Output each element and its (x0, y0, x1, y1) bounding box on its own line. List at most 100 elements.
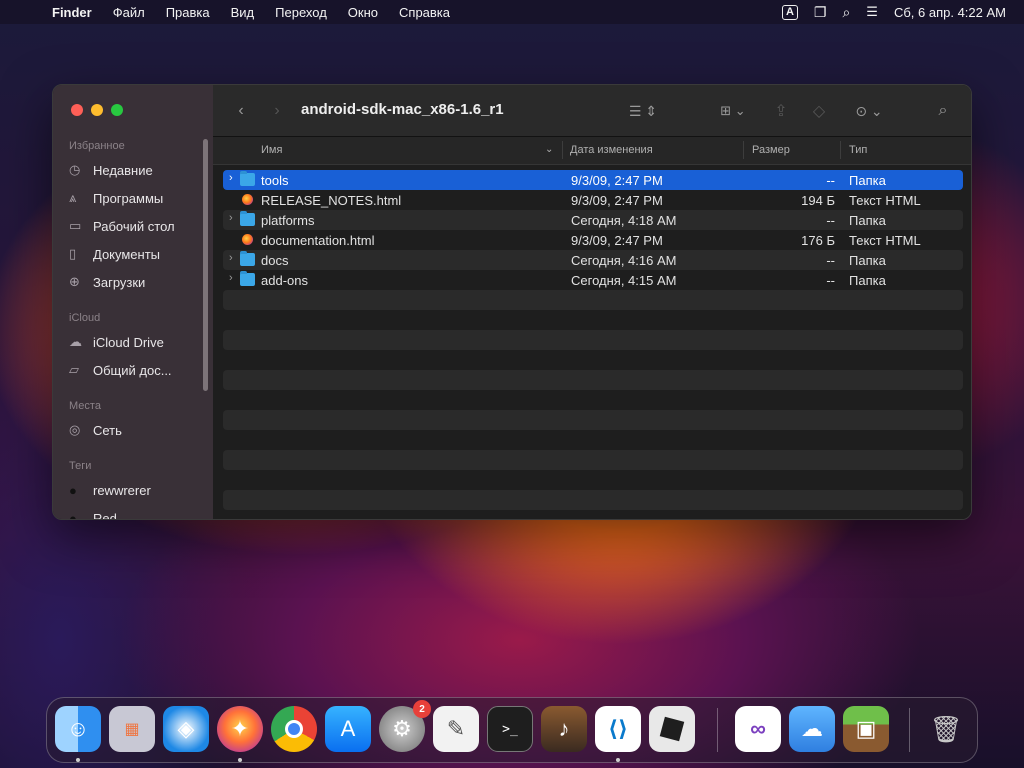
sidebar-item-shared[interactable]: ▱ Общий дос... (69, 360, 172, 380)
more-actions-icon[interactable]: ⊙ ⌄ (849, 99, 889, 123)
file-list: › tools 9/3/09, 2:47 PM -- Папка RELEASE… (223, 170, 963, 519)
minimize-button[interactable] (91, 104, 103, 116)
file-size: -- (826, 273, 835, 288)
dock-roblox-icon[interactable] (649, 706, 695, 752)
file-name: docs (261, 253, 289, 268)
file-name: platforms (261, 213, 315, 228)
column-date-header[interactable]: Дата изменения (570, 144, 653, 156)
sidebar-section-locations: Места (69, 400, 101, 412)
file-row-platforms[interactable]: › platforms Сегодня, 4:18 AM -- Папка (223, 210, 963, 230)
sidebar-section-tags: Теги (69, 460, 92, 472)
screen-mirroring-icon[interactable]: ❐ (814, 4, 827, 21)
menu-app-name[interactable]: Finder (52, 5, 92, 20)
sidebar-item-label: iCloud Drive (93, 334, 164, 350)
column-divider[interactable] (562, 141, 563, 159)
group-icon[interactable]: ⊞ ⌄ (713, 99, 753, 123)
dock-weather-icon[interactable]: ☁ (789, 706, 835, 752)
file-name: RELEASE_NOTES.html (261, 193, 402, 208)
dock-textedit-icon[interactable]: ✎ (433, 706, 479, 752)
share-icon[interactable]: ⇪ (769, 99, 793, 123)
menu-edit[interactable]: Правка (166, 5, 210, 20)
file-row-release-notes[interactable]: RELEASE_NOTES.html 9/3/09, 2:47 PM 194 Б… (223, 190, 963, 210)
empty-row (223, 410, 963, 430)
back-icon[interactable]: ‹ (231, 99, 251, 123)
search-icon[interactable]: ⌕ (931, 99, 955, 123)
sidebar-scrollbar[interactable] (203, 139, 208, 391)
sidebar-item-icloud-drive[interactable]: ☁ iCloud Drive (69, 332, 164, 352)
menu-file[interactable]: Файл (113, 5, 145, 20)
column-name-header[interactable]: Имя (261, 144, 282, 156)
desktop-icon: ▭ (69, 218, 82, 233)
dock-appstore-icon[interactable]: A (325, 706, 371, 752)
input-source-icon[interactable]: A (781, 4, 798, 20)
sidebar: Избранное ◷ Недавние ⩓ Программы ▭ Рабоч… (53, 85, 213, 519)
dock-garageband-icon[interactable]: ♪ (541, 706, 587, 752)
menu-clock[interactable]: Сб, 6 апр. 4:22 AM (894, 5, 1006, 20)
dock-launchpad-icon[interactable]: ▦ (109, 706, 155, 752)
dock-vscode-icon[interactable]: ⟨⟩ (595, 706, 641, 752)
file-date: 9/3/09, 2:47 PM (571, 233, 663, 248)
menu-window[interactable]: Окно (348, 5, 378, 20)
empty-row (223, 330, 963, 350)
file-kind: Папка (849, 273, 886, 288)
empty-row (223, 390, 963, 410)
finder-window: Избранное ◷ Недавние ⩓ Программы ▭ Рабоч… (52, 84, 972, 520)
column-divider[interactable] (743, 141, 744, 159)
menu-go[interactable]: Переход (275, 5, 327, 20)
file-row-docs[interactable]: › docs Сегодня, 4:16 AM -- Папка (223, 250, 963, 270)
file-row-documentation[interactable]: documentation.html 9/3/09, 2:47 PM 176 Б… (223, 230, 963, 250)
file-date: Сегодня, 4:15 AM (571, 273, 677, 288)
file-name: tools (261, 173, 289, 188)
sidebar-item-desktop[interactable]: ▭ Рабочий стол (69, 216, 175, 236)
sidebar-item-label: Загрузки (93, 274, 146, 290)
column-divider[interactable] (840, 141, 841, 159)
empty-row (223, 450, 963, 470)
close-button[interactable] (71, 104, 83, 116)
dock-firefox-icon[interactable]: ✦ (217, 706, 263, 752)
dock-finder-icon[interactable]: ☺ (55, 706, 101, 752)
window-controls (71, 104, 123, 116)
window-title: android-sdk-mac_x86-1.6_r1 (301, 101, 504, 118)
disclosure-chevron-icon[interactable]: › (229, 272, 233, 284)
dock-trash-icon[interactable]: 🗑 (923, 706, 969, 752)
file-row-tools[interactable]: › tools 9/3/09, 2:47 PM -- Папка (223, 170, 963, 190)
column-size-header[interactable]: Размер (752, 144, 790, 156)
file-browser: ‹ › android-sdk-mac_x86-1.6_r1 ☰ ⇕ ⊞ ⌄ ⇪… (213, 85, 971, 519)
spotlight-search-icon[interactable]: ⌕ (842, 4, 850, 21)
sidebar-item-tag-rewwrerer[interactable]: ● rewwrerer (69, 480, 151, 500)
running-indicator (238, 758, 242, 762)
file-name: add-ons (261, 273, 308, 288)
sidebar-item-tag-red[interactable]: ● Red (69, 508, 117, 520)
dock-minecraft-icon[interactable]: ▣ (843, 706, 889, 752)
disclosure-chevron-icon[interactable]: › (229, 212, 233, 224)
file-row-add-ons[interactable]: › add-ons Сегодня, 4:15 AM -- Папка (223, 270, 963, 290)
file-kind: Текст HTML (849, 193, 921, 208)
forward-icon[interactable]: › (267, 99, 287, 123)
sidebar-item-downloads[interactable]: ⊕ Загрузки (69, 272, 145, 292)
disclosure-chevron-icon[interactable]: › (229, 252, 233, 264)
menu-view[interactable]: Вид (231, 5, 255, 20)
sort-chevron-icon[interactable]: ⌄ (545, 144, 553, 155)
list-view-icon[interactable]: ☰ ⇕ (623, 99, 663, 123)
dock-settings-icon[interactable]: ⚙ 2 (379, 700, 431, 752)
control-center-icon[interactable]: ☰ (866, 4, 878, 20)
running-indicator (76, 758, 80, 762)
file-date: 9/3/09, 2:47 PM (571, 193, 663, 208)
sidebar-item-documents[interactable]: ▯ Документы (69, 244, 160, 264)
dock-terminal-icon[interactable]: >_ (487, 706, 533, 752)
empty-row (223, 370, 963, 390)
zoom-button[interactable] (111, 104, 123, 116)
file-size: 176 Б (801, 233, 835, 248)
sidebar-item-label: Документы (93, 246, 161, 262)
disclosure-chevron-icon[interactable]: › (229, 172, 233, 184)
sidebar-item-recents[interactable]: ◷ Недавние (69, 160, 153, 180)
sidebar-item-network[interactable]: ◎ Сеть (69, 420, 122, 440)
dock-safari-icon[interactable]: ◈ (163, 706, 209, 752)
dock-visualstudio-icon[interactable]: ∞ (735, 706, 781, 752)
menu-help[interactable]: Справка (399, 5, 450, 20)
tag-icon[interactable]: ◇ (807, 99, 831, 123)
column-kind-header[interactable]: Тип (849, 144, 867, 156)
sidebar-section-icloud: iCloud (69, 312, 101, 324)
dock-chrome-icon[interactable] (271, 706, 317, 752)
sidebar-item-applications[interactable]: ⩓ Программы (69, 188, 163, 208)
